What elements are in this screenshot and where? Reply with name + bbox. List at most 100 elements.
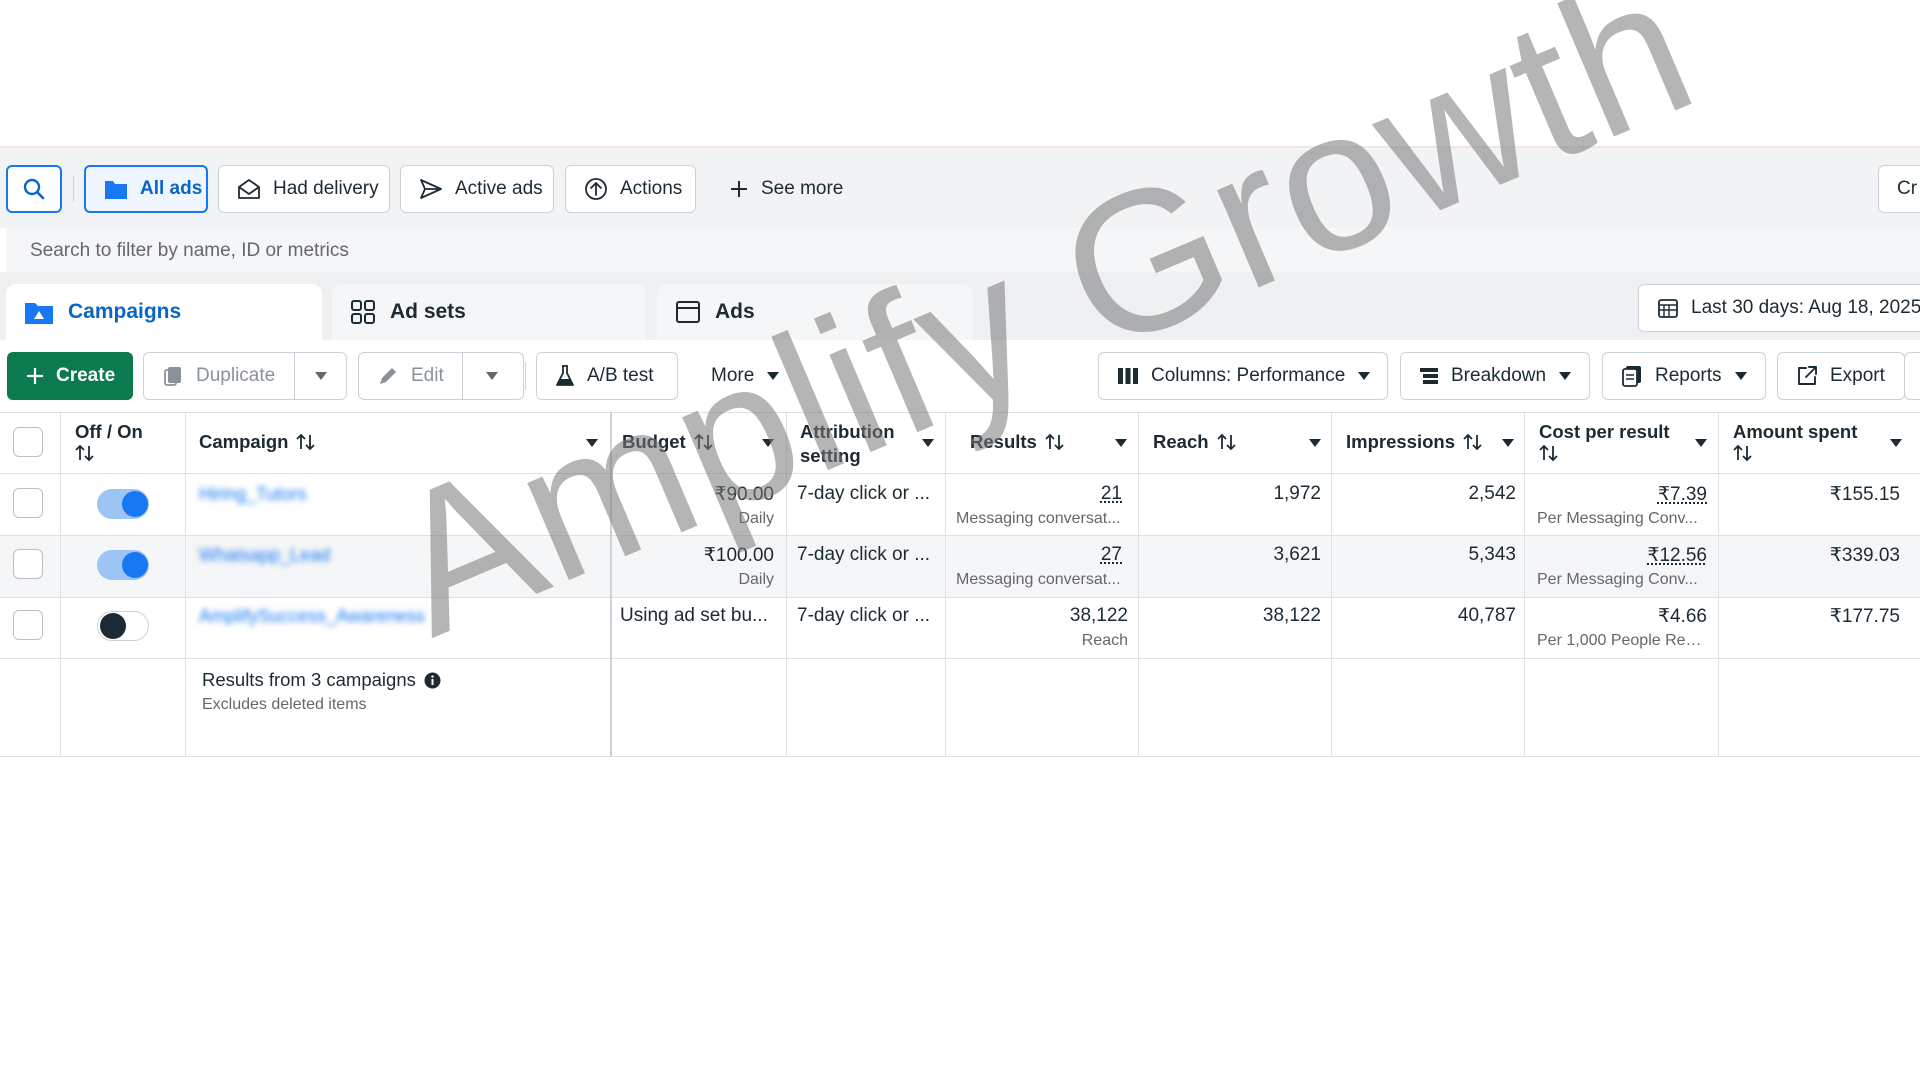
folder-icon xyxy=(104,178,128,200)
reports-icon xyxy=(1621,365,1643,387)
search-button[interactable] xyxy=(6,165,62,213)
tab-ads[interactable]: Ads xyxy=(657,284,973,340)
date-range-picker[interactable]: Last 30 days: Aug 18, 2025 xyxy=(1638,284,1920,332)
column-menu-icon[interactable] xyxy=(1890,439,1902,447)
header-results[interactable]: Results xyxy=(970,430,1065,454)
header-budget[interactable]: Budget xyxy=(622,430,714,454)
search-row xyxy=(6,228,1920,274)
campaign-name-link[interactable]: Whatsapp_Lead xyxy=(199,545,330,566)
amount-spent-value: ₹177.75 xyxy=(1829,606,1900,627)
row-checkbox[interactable] xyxy=(13,549,43,579)
ad-frame-icon xyxy=(675,299,701,325)
tab-ads-label: Ads xyxy=(715,300,755,323)
header-campaign[interactable]: Campaign xyxy=(199,430,316,454)
cost-value[interactable]: ₹7.39 xyxy=(1658,483,1707,506)
column-menu-icon[interactable] xyxy=(1309,439,1321,447)
search-icon xyxy=(22,177,46,201)
create-filter-button-cut[interactable]: Cr xyxy=(1878,165,1920,213)
cost-sub: Per Messaging Conv... xyxy=(1537,510,1698,527)
campaign-name-link[interactable]: AmplifySuccess_Awareness xyxy=(199,606,425,627)
sort-icon[interactable] xyxy=(694,433,714,451)
breakdown-icon xyxy=(1419,366,1439,386)
export-button[interactable]: Export xyxy=(1777,352,1905,400)
header-off-on[interactable]: Off / On xyxy=(75,420,143,468)
columns-label: Columns: Performance xyxy=(1151,365,1346,386)
row-checkbox[interactable] xyxy=(13,488,43,518)
impressions-value: 5,343 xyxy=(1468,544,1516,565)
pencil-icon xyxy=(377,365,399,387)
reports-dropdown[interactable]: Reports xyxy=(1602,352,1766,400)
header-reach[interactable]: Reach xyxy=(1153,430,1237,454)
actions-filter[interactable]: Actions xyxy=(565,165,696,213)
col-divider xyxy=(610,412,612,757)
chevron-down-icon xyxy=(1558,371,1572,381)
header-attribution[interactable]: Attribution setting xyxy=(800,420,895,468)
sort-icon[interactable] xyxy=(75,444,95,462)
header-attribution-line2: setting xyxy=(800,445,861,466)
results-value[interactable]: 21 xyxy=(1101,483,1122,505)
campaign-toggle[interactable] xyxy=(97,550,149,580)
campaign-folder-icon xyxy=(24,299,54,325)
select-all-checkbox[interactable] xyxy=(13,427,43,457)
campaign-toggle[interactable] xyxy=(97,489,149,519)
cost-value[interactable]: ₹12.56 xyxy=(1647,544,1707,567)
column-menu-icon[interactable] xyxy=(1695,439,1707,447)
plus-icon xyxy=(729,179,749,199)
header-results-label: Results xyxy=(970,431,1037,452)
info-icon[interactable] xyxy=(424,672,441,689)
header-amount-spent[interactable]: Amount spent xyxy=(1733,420,1857,468)
create-button[interactable]: Create xyxy=(7,352,133,400)
campaign-toggle[interactable] xyxy=(97,611,149,641)
all-ads-filter[interactable]: All ads xyxy=(84,165,208,213)
row-checkbox[interactable] xyxy=(13,610,43,640)
tab-ad-sets[interactable]: Ad sets xyxy=(332,284,646,340)
upload-circle-icon xyxy=(584,177,608,201)
row-border xyxy=(0,597,1920,598)
ab-test-label: A/B test xyxy=(587,365,654,386)
results-value[interactable]: 38,122 xyxy=(1070,605,1128,627)
column-menu-icon[interactable] xyxy=(1502,439,1514,447)
search-input[interactable] xyxy=(28,228,1232,274)
sort-icon[interactable] xyxy=(1216,433,1237,451)
edit-button[interactable]: Edit xyxy=(358,352,524,400)
sort-icon[interactable] xyxy=(1045,433,1065,451)
column-menu-icon[interactable] xyxy=(762,439,774,447)
header-reach-label: Reach xyxy=(1153,431,1209,452)
header-impressions[interactable]: Impressions xyxy=(1346,430,1483,454)
active-ads-filter[interactable]: Active ads xyxy=(400,165,554,213)
campaign-name-link[interactable]: Hiring_Tutors xyxy=(199,484,306,505)
header-budget-label: Budget xyxy=(622,431,686,452)
chevron-down-icon xyxy=(1357,371,1371,381)
duplicate-button[interactable]: Duplicate xyxy=(143,352,347,400)
results-sub: Messaging conversat... xyxy=(956,571,1121,588)
column-menu-icon[interactable] xyxy=(1115,439,1127,447)
attribution-value: 7-day click or ... xyxy=(797,483,931,504)
results-sub: Messaging conversat... xyxy=(956,510,1121,527)
cost-value[interactable]: ₹4.66 xyxy=(1658,605,1707,628)
breakdown-dropdown[interactable]: Breakdown xyxy=(1400,352,1590,400)
chevron-down-icon[interactable] xyxy=(485,371,499,381)
reach-value: 3,621 xyxy=(1273,544,1321,565)
more-label: More xyxy=(711,365,755,386)
column-menu-icon[interactable] xyxy=(586,439,598,447)
header-cost-per-result[interactable]: Cost per result xyxy=(1539,420,1670,468)
more-dropdown[interactable]: More xyxy=(692,352,802,400)
sort-icon[interactable] xyxy=(1733,444,1753,462)
tab-campaigns[interactable]: Campaigns xyxy=(6,284,322,340)
column-menu-icon[interactable] xyxy=(922,439,934,447)
sort-icon[interactable] xyxy=(296,433,316,451)
sort-icon[interactable] xyxy=(1463,433,1483,451)
results-value[interactable]: 27 xyxy=(1101,544,1122,566)
chevron-down-icon[interactable] xyxy=(314,371,328,381)
columns-dropdown[interactable]: Columns: Performance xyxy=(1098,352,1388,400)
see-more-button[interactable]: See more xyxy=(710,165,860,213)
had-delivery-filter[interactable]: Had delivery xyxy=(218,165,390,213)
sort-icon[interactable] xyxy=(1539,444,1559,462)
header-cost-label: Cost per result xyxy=(1539,421,1670,442)
filter-divider xyxy=(73,176,74,202)
export-label: Export xyxy=(1830,365,1885,386)
ab-test-button[interactable]: A/B test xyxy=(536,352,678,400)
reach-value: 1,972 xyxy=(1273,483,1321,504)
had-delivery-label: Had delivery xyxy=(273,178,379,199)
toolbar-right-edge xyxy=(1904,352,1920,400)
